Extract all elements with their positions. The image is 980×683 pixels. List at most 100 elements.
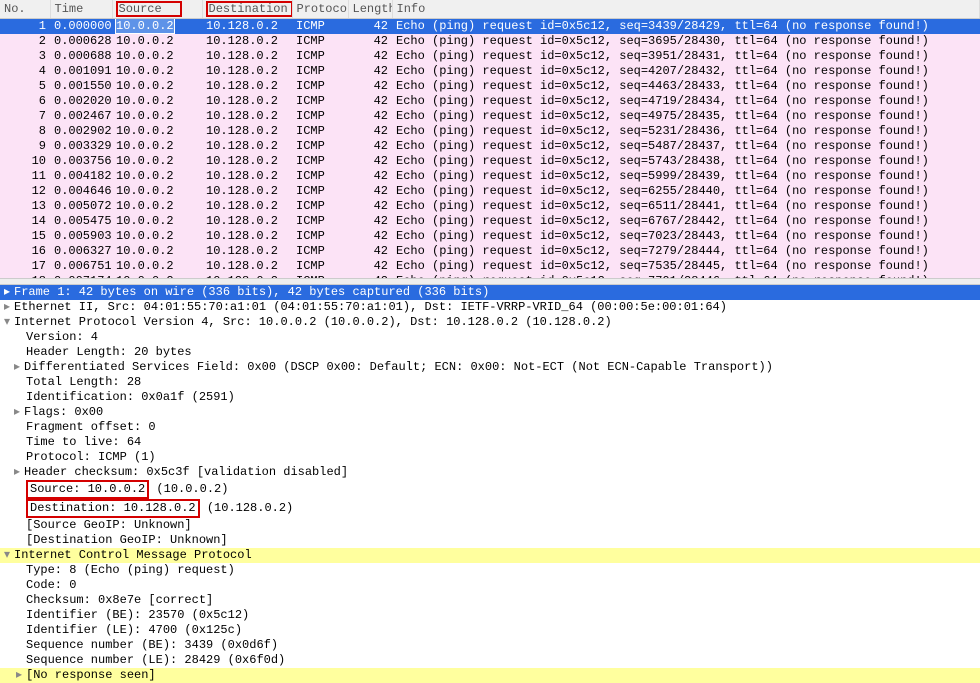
ip-node[interactable]: ▾Internet Protocol Version 4, Src: 10.0.… — [0, 315, 980, 330]
ip-ttl[interactable]: Time to live: 64 — [0, 435, 980, 450]
cell-no: 10 — [0, 154, 50, 169]
cell-info: Echo (ping) request id=0x5c12, seq=5487/… — [392, 139, 980, 154]
cell-protocol: ICMP — [292, 154, 348, 169]
cell-info: Echo (ping) request id=0x5c12, seq=6511/… — [392, 199, 980, 214]
cell-no: 3 — [0, 49, 50, 64]
cell-destination: 10.128.0.2 — [202, 154, 292, 169]
icmp-checksum[interactable]: Checksum: 0x8e7e [correct] — [0, 593, 980, 608]
cell-length: 42 — [348, 199, 392, 214]
packet-details-pane[interactable]: ▸Frame 1: 42 bytes on wire (336 bits), 4… — [0, 285, 980, 683]
col-source[interactable]: Source — [112, 0, 202, 18]
table-row[interactable]: 110.00418210.0.0.210.128.0.2ICMP42Echo (… — [0, 169, 980, 184]
cell-source: 10.0.0.2 — [112, 49, 202, 64]
cell-source: 10.0.0.2 — [112, 124, 202, 139]
cell-source: 10.0.0.2 — [112, 259, 202, 274]
ip-dsf[interactable]: ▸Differentiated Services Field: 0x00 (DS… — [0, 360, 980, 375]
ip-protocol[interactable]: Protocol: ICMP (1) — [0, 450, 980, 465]
cell-no: 11 — [0, 169, 50, 184]
ip-source[interactable]: Source: 10.0.0.2 (10.0.0.2) — [0, 480, 980, 499]
col-info[interactable]: Info — [392, 0, 980, 18]
table-row[interactable]: 150.00590310.0.0.210.128.0.2ICMP42Echo (… — [0, 229, 980, 244]
col-length[interactable]: Length — [348, 0, 392, 18]
cell-destination: 10.128.0.2 — [202, 64, 292, 79]
table-row[interactable]: 170.00675110.0.0.210.128.0.2ICMP42Echo (… — [0, 259, 980, 274]
table-row[interactable]: 20.00062810.0.0.210.128.0.2ICMP42Echo (p… — [0, 34, 980, 49]
cell-protocol: ICMP — [292, 139, 348, 154]
cell-destination: 10.128.0.2 — [202, 124, 292, 139]
table-row[interactable]: 160.00632710.0.0.210.128.0.2ICMP42Echo (… — [0, 244, 980, 259]
ip-fragment-offset[interactable]: Fragment offset: 0 — [0, 420, 980, 435]
ip-flags[interactable]: ▸Flags: 0x00 — [0, 405, 980, 420]
table-row[interactable]: 80.00290210.0.0.210.128.0.2ICMP42Echo (p… — [0, 124, 980, 139]
table-row[interactable]: 40.00109110.0.0.210.128.0.2ICMP42Echo (p… — [0, 64, 980, 79]
icmp-id-le[interactable]: Identifier (LE): 4700 (0x125c) — [0, 623, 980, 638]
col-protocol[interactable]: Protocol — [292, 0, 348, 18]
cell-info: Echo (ping) request id=0x5c12, seq=3951/… — [392, 49, 980, 64]
cell-no: 1 — [0, 18, 50, 34]
packet-table-header[interactable]: No. Time Source Destination Protocol Len… — [0, 0, 980, 18]
cell-length: 42 — [348, 79, 392, 94]
icmp-id-be[interactable]: Identifier (BE): 23570 (0x5c12) — [0, 608, 980, 623]
col-no[interactable]: No. — [0, 0, 50, 18]
ip-destination[interactable]: Destination: 10.128.0.2 (10.128.0.2) — [0, 499, 980, 518]
cell-destination: 10.128.0.2 — [202, 79, 292, 94]
packet-list-pane[interactable]: No. Time Source Destination Protocol Len… — [0, 0, 980, 278]
icmp-seq-le[interactable]: Sequence number (LE): 28429 (0x6f0d) — [0, 653, 980, 668]
cell-no: 15 — [0, 229, 50, 244]
table-row[interactable]: 60.00202010.0.0.210.128.0.2ICMP42Echo (p… — [0, 94, 980, 109]
cell-time: 0.006327 — [50, 244, 112, 259]
ip-header-length[interactable]: Header Length: 20 bytes — [0, 345, 980, 360]
cell-no: 5 — [0, 79, 50, 94]
cell-time: 0.005903 — [50, 229, 112, 244]
table-row[interactable]: 100.00375610.0.0.210.128.0.2ICMP42Echo (… — [0, 154, 980, 169]
ethernet-node[interactable]: ▸Ethernet II, Src: 04:01:55:70:a1:01 (04… — [0, 300, 980, 315]
table-row[interactable]: 30.00068810.0.0.210.128.0.2ICMP42Echo (p… — [0, 49, 980, 64]
cell-time: 0.003329 — [50, 139, 112, 154]
cell-time: 0.003756 — [50, 154, 112, 169]
table-row[interactable]: 180.00717410.0.0.210.128.0.2ICMP42Echo (… — [0, 274, 980, 279]
cell-length: 42 — [348, 154, 392, 169]
cell-time: 0.004646 — [50, 184, 112, 199]
icmp-node[interactable]: ▾Internet Control Message Protocol — [0, 548, 980, 563]
table-row[interactable]: 130.00507210.0.0.210.128.0.2ICMP42Echo (… — [0, 199, 980, 214]
table-row[interactable]: 90.00332910.0.0.210.128.0.2ICMP42Echo (p… — [0, 139, 980, 154]
ip-src-geoip[interactable]: [Source GeoIP: Unknown] — [0, 518, 980, 533]
cell-info: Echo (ping) request id=0x5c12, seq=5231/… — [392, 124, 980, 139]
cell-time: 0.002467 — [50, 109, 112, 124]
cell-protocol: ICMP — [292, 184, 348, 199]
ip-checksum[interactable]: ▸Header checksum: 0x5c3f [validation dis… — [0, 465, 980, 480]
col-time[interactable]: Time — [50, 0, 112, 18]
cell-protocol: ICMP — [292, 244, 348, 259]
icmp-code[interactable]: Code: 0 — [0, 578, 980, 593]
table-row[interactable]: 10.00000010.0.0.210.128.0.2ICMP42Echo (p… — [0, 18, 980, 34]
cell-destination: 10.128.0.2 — [202, 49, 292, 64]
cell-length: 42 — [348, 184, 392, 199]
table-row[interactable]: 120.00464610.0.0.210.128.0.2ICMP42Echo (… — [0, 184, 980, 199]
cell-destination: 10.128.0.2 — [202, 139, 292, 154]
cell-source: 10.0.0.2 — [112, 154, 202, 169]
cell-info: Echo (ping) request id=0x5c12, seq=6767/… — [392, 214, 980, 229]
col-destination[interactable]: Destination — [202, 0, 292, 18]
cell-source: 10.0.0.2 — [112, 244, 202, 259]
pane-splitter[interactable] — [0, 278, 980, 285]
table-row[interactable]: 140.00547510.0.0.210.128.0.2ICMP42Echo (… — [0, 214, 980, 229]
table-row[interactable]: 70.00246710.0.0.210.128.0.2ICMP42Echo (p… — [0, 109, 980, 124]
cell-protocol: ICMP — [292, 229, 348, 244]
icmp-type[interactable]: Type: 8 (Echo (ping) request) — [0, 563, 980, 578]
table-row[interactable]: 50.00155010.0.0.210.128.0.2ICMP42Echo (p… — [0, 79, 980, 94]
cell-no: 14 — [0, 214, 50, 229]
ip-total-length[interactable]: Total Length: 28 — [0, 375, 980, 390]
cell-info: Echo (ping) request id=0x5c12, seq=4719/… — [392, 94, 980, 109]
icmp-seq-be[interactable]: Sequence number (BE): 3439 (0x0d6f) — [0, 638, 980, 653]
frame-summary[interactable]: ▸Frame 1: 42 bytes on wire (336 bits), 4… — [0, 285, 980, 300]
ip-dst-geoip[interactable]: [Destination GeoIP: Unknown] — [0, 533, 980, 548]
cell-destination: 10.128.0.2 — [202, 109, 292, 124]
ip-identification[interactable]: Identification: 0x0a1f (2591) — [0, 390, 980, 405]
ip-version[interactable]: Version: 4 — [0, 330, 980, 345]
cell-source: 10.0.0.2 — [112, 18, 202, 34]
cell-time: 0.006751 — [50, 259, 112, 274]
cell-no: 9 — [0, 139, 50, 154]
cell-protocol: ICMP — [292, 169, 348, 184]
cell-info: Echo (ping) request id=0x5c12, seq=4463/… — [392, 79, 980, 94]
cell-length: 42 — [348, 244, 392, 259]
